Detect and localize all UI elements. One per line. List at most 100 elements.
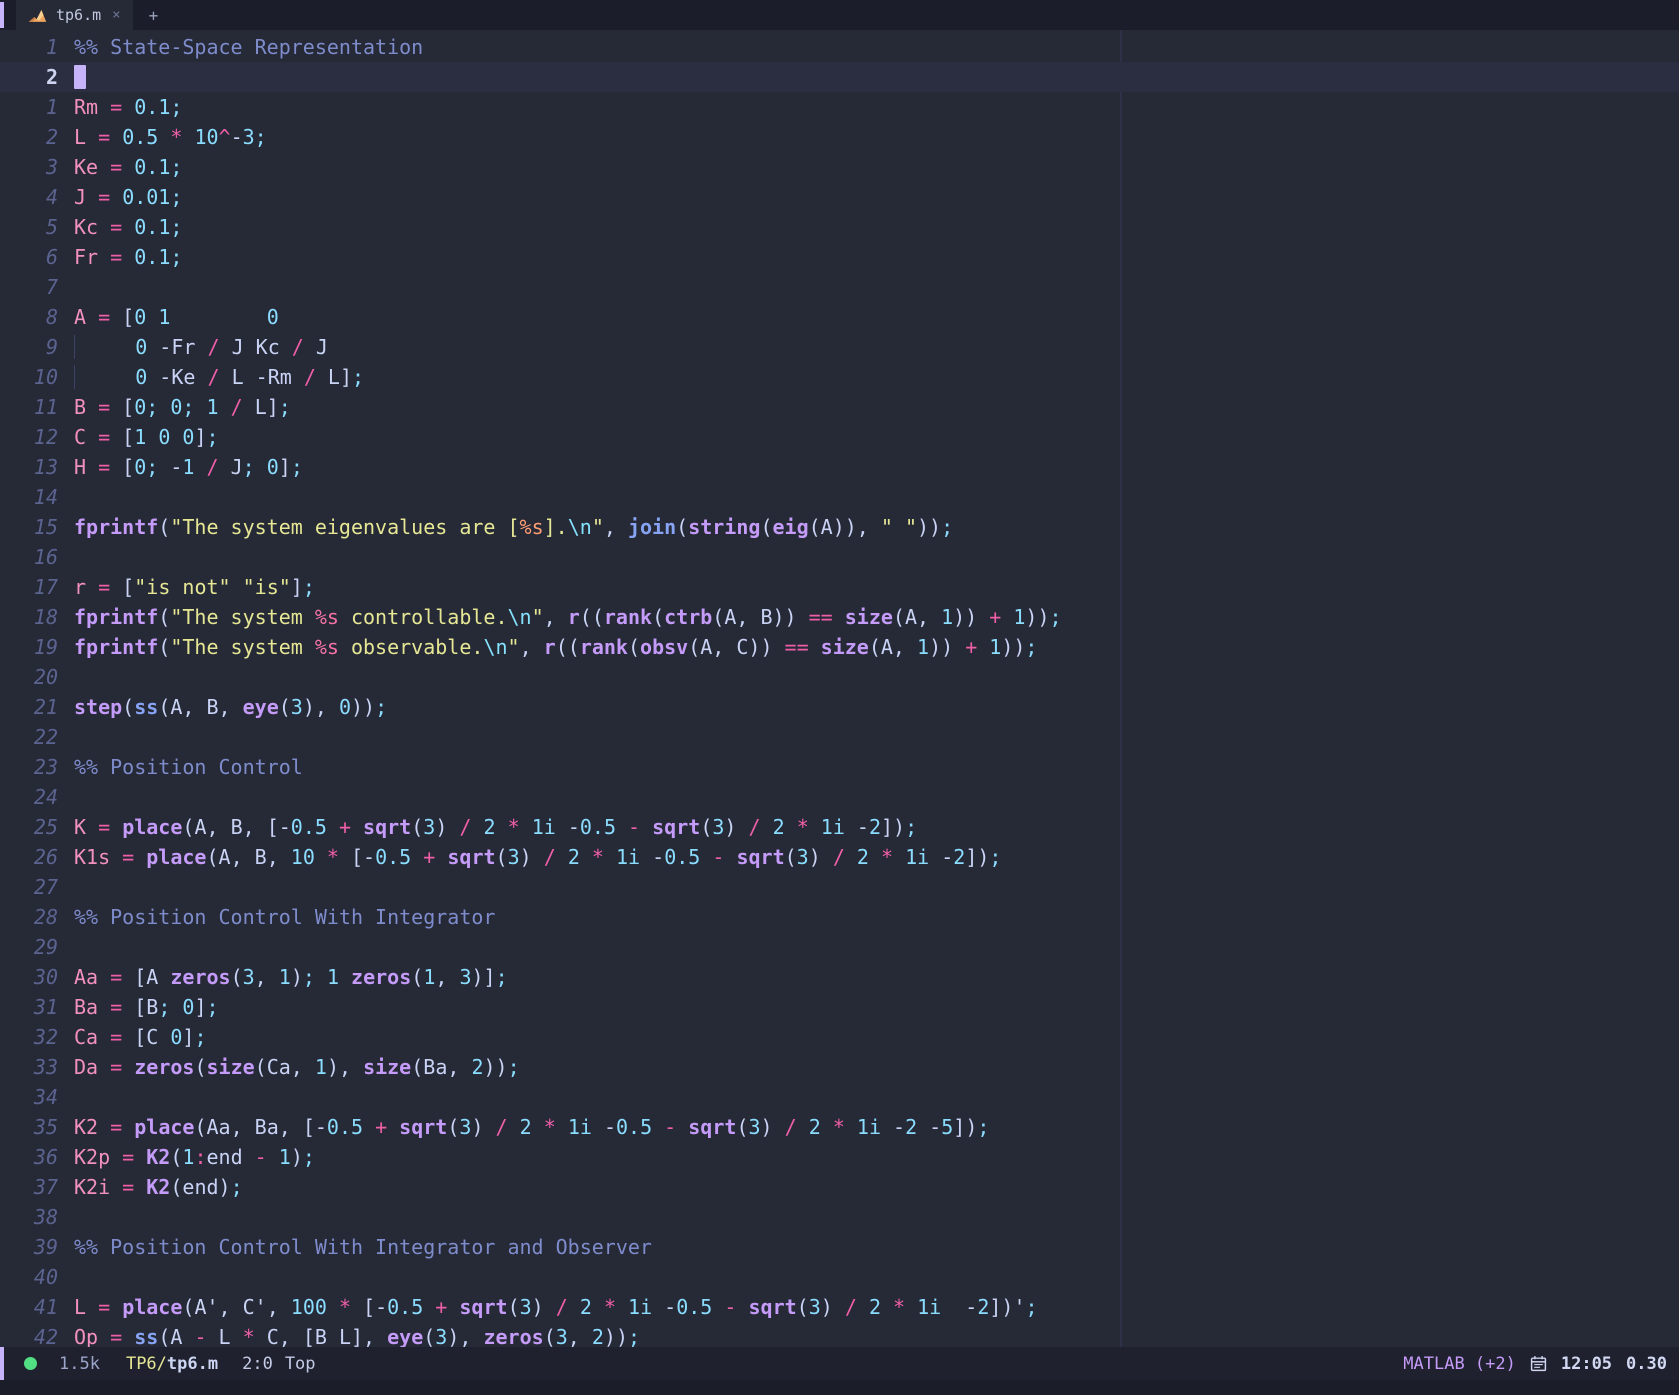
code-text: L = place(A', C', 100 * [-0.5 + sqrt(3) …	[74, 1295, 1038, 1319]
scroll-position: Top	[285, 1354, 316, 1374]
status-bar: 1.5k TP6/tp6.m 2:0 Top MATLAB (+2) 12:05…	[0, 1347, 1679, 1380]
line-number: 9	[0, 332, 74, 362]
code-line[interactable]: 28%% Position Control With Integrator	[0, 902, 1679, 932]
cursor-position: 2:0	[242, 1354, 273, 1374]
file-name: tp6.m	[167, 1354, 218, 1374]
line-number: 4	[0, 182, 74, 212]
code-line[interactable]: 29	[0, 932, 1679, 962]
code-line[interactable]: 40	[0, 1262, 1679, 1292]
code-line[interactable]: 7	[0, 272, 1679, 302]
line-number: 24	[0, 782, 74, 812]
new-tab-button[interactable]: +	[133, 0, 175, 30]
code-line[interactable]: 38	[0, 1202, 1679, 1232]
line-number: 6	[0, 242, 74, 272]
line-number: 13	[0, 452, 74, 482]
line-number: 18	[0, 602, 74, 632]
code-text: J = 0.01;	[74, 185, 182, 209]
line-number: 27	[0, 872, 74, 902]
command-line[interactable]	[0, 1380, 1679, 1395]
code-text: Kc = 0.1;	[74, 215, 182, 239]
code-line[interactable]: 5Kc = 0.1;	[0, 212, 1679, 242]
code-line[interactable]: 15fprintf("The system eigenvalues are [%…	[0, 512, 1679, 542]
code-line[interactable]: 39%% Position Control With Integrator an…	[0, 1232, 1679, 1262]
line-number: 20	[0, 662, 74, 692]
code-text: K1s = place(A, B, 10 * [-0.5 + sqrt(3) /…	[74, 845, 1001, 869]
code-line[interactable]: 12C = [1 0 0];	[0, 422, 1679, 452]
indent-guide	[74, 335, 87, 359]
line-number: 8	[0, 302, 74, 332]
line-number: 23	[0, 752, 74, 782]
code-line[interactable]: 35K2 = place(Aa, Ba, [-0.5 + sqrt(3) / 2…	[0, 1112, 1679, 1142]
code-line[interactable]: 32Ca = [C 0];	[0, 1022, 1679, 1052]
startup-time: 0.30	[1626, 1354, 1667, 1374]
line-number: 40	[0, 1262, 74, 1292]
code-line[interactable]: 19fprintf("The system %s observable.\n",…	[0, 632, 1679, 662]
line-number: 5	[0, 212, 74, 242]
code-text: Fr = 0.1;	[74, 245, 182, 269]
line-number: 31	[0, 992, 74, 1022]
tab-close-icon[interactable]: ×	[112, 7, 120, 23]
code-line[interactable]: 31Ba = [B; 0];	[0, 992, 1679, 1022]
code-line[interactable]: 24	[0, 782, 1679, 812]
line-number: 16	[0, 542, 74, 572]
code-line[interactable]: 36K2p = K2(1:end - 1);	[0, 1142, 1679, 1172]
code-line[interactable]: 1Rm = 0.1;	[0, 92, 1679, 122]
mode-indicator-bar-bottom	[0, 1347, 4, 1380]
code-line[interactable]: 41L = place(A', C', 100 * [-0.5 + sqrt(3…	[0, 1292, 1679, 1322]
code-text: C = [1 0 0];	[74, 425, 219, 449]
mode-indicator-bar	[0, 2, 4, 28]
code-text: K = place(A, B, [-0.5 + sqrt(3) / 2 * 1i…	[74, 815, 917, 839]
code-line[interactable]: 21step(ss(A, B, eye(3), 0));	[0, 692, 1679, 722]
code-line[interactable]: 25K = place(A, B, [-0.5 + sqrt(3) / 2 * …	[0, 812, 1679, 842]
code-text: fprintf("The system eigenvalues are [%s]…	[74, 515, 953, 539]
code-line[interactable]: 37K2i = K2(end);	[0, 1172, 1679, 1202]
code-line[interactable]: 34	[0, 1082, 1679, 1112]
line-number: 10	[0, 362, 74, 392]
file-directory: TP6/	[126, 1354, 167, 1374]
code-line[interactable]: 14	[0, 482, 1679, 512]
code-line[interactable]: 13H = [0; -1 / J; 0];	[0, 452, 1679, 482]
cursor	[74, 65, 86, 89]
code-line[interactable]: 16	[0, 542, 1679, 572]
code-text: Ca = [C 0];	[74, 1025, 207, 1049]
code-line[interactable]: 6Fr = 0.1;	[0, 242, 1679, 272]
line-number: 22	[0, 722, 74, 752]
code-text	[74, 65, 86, 89]
code-text: L = 0.5 * 10^-3;	[74, 125, 267, 149]
code-text: Op = ss(A - L * C, [B L], eye(3), zeros(…	[74, 1325, 640, 1347]
code-area[interactable]: 1%% State-Space Representation21Rm = 0.1…	[0, 30, 1679, 1347]
code-line[interactable]: 3Ke = 0.1;	[0, 152, 1679, 182]
code-text: K2i = K2(end);	[74, 1175, 243, 1199]
line-number: 2	[0, 62, 74, 92]
code-line[interactable]: 42Op = ss(A - L * C, [B L], eye(3), zero…	[0, 1322, 1679, 1347]
line-number: 29	[0, 932, 74, 962]
code-line[interactable]: 2L = 0.5 * 10^-3;	[0, 122, 1679, 152]
line-number: 35	[0, 1112, 74, 1142]
line-number: 14	[0, 482, 74, 512]
code-line[interactable]: 27	[0, 872, 1679, 902]
tab-tp6[interactable]: tp6.m ×	[16, 0, 133, 30]
line-number: 36	[0, 1142, 74, 1172]
code-line[interactable]: 11B = [0; 0; 1 / L];	[0, 392, 1679, 422]
code-line[interactable]: 23%% Position Control	[0, 752, 1679, 782]
line-number: 26	[0, 842, 74, 872]
indent-guide	[74, 365, 87, 389]
code-line[interactable]: 8A = [0 1 0	[0, 302, 1679, 332]
code-line[interactable]: 2	[0, 62, 1679, 92]
code-line[interactable]: 30Aa = [A zeros(3, 1); 1 zeros(1, 3)];	[0, 962, 1679, 992]
code-line[interactable]: 33Da = zeros(size(Ca, 1), size(Ba, 2));	[0, 1052, 1679, 1082]
code-line[interactable]: 4J = 0.01;	[0, 182, 1679, 212]
code-line[interactable]: 17r = ["is not" "is"];	[0, 572, 1679, 602]
calendar-icon	[1530, 1355, 1547, 1372]
line-number: 28	[0, 902, 74, 932]
code-line[interactable]: 1%% State-Space Representation	[0, 32, 1679, 62]
code-line[interactable]: 10 0 -Ke / L -Rm / L];	[0, 362, 1679, 392]
code-line[interactable]: 22	[0, 722, 1679, 752]
code-line[interactable]: 20	[0, 662, 1679, 692]
code-text: A = [0 1 0	[74, 305, 279, 329]
code-text: 0 -Ke / L -Rm / L];	[74, 365, 364, 389]
code-line[interactable]: 26K1s = place(A, B, 10 * [-0.5 + sqrt(3)…	[0, 842, 1679, 872]
code-line[interactable]: 9 0 -Fr / J Kc / J	[0, 332, 1679, 362]
file-path: TP6/tp6.m	[126, 1354, 218, 1374]
code-line[interactable]: 18fprintf("The system %s controllable.\n…	[0, 602, 1679, 632]
